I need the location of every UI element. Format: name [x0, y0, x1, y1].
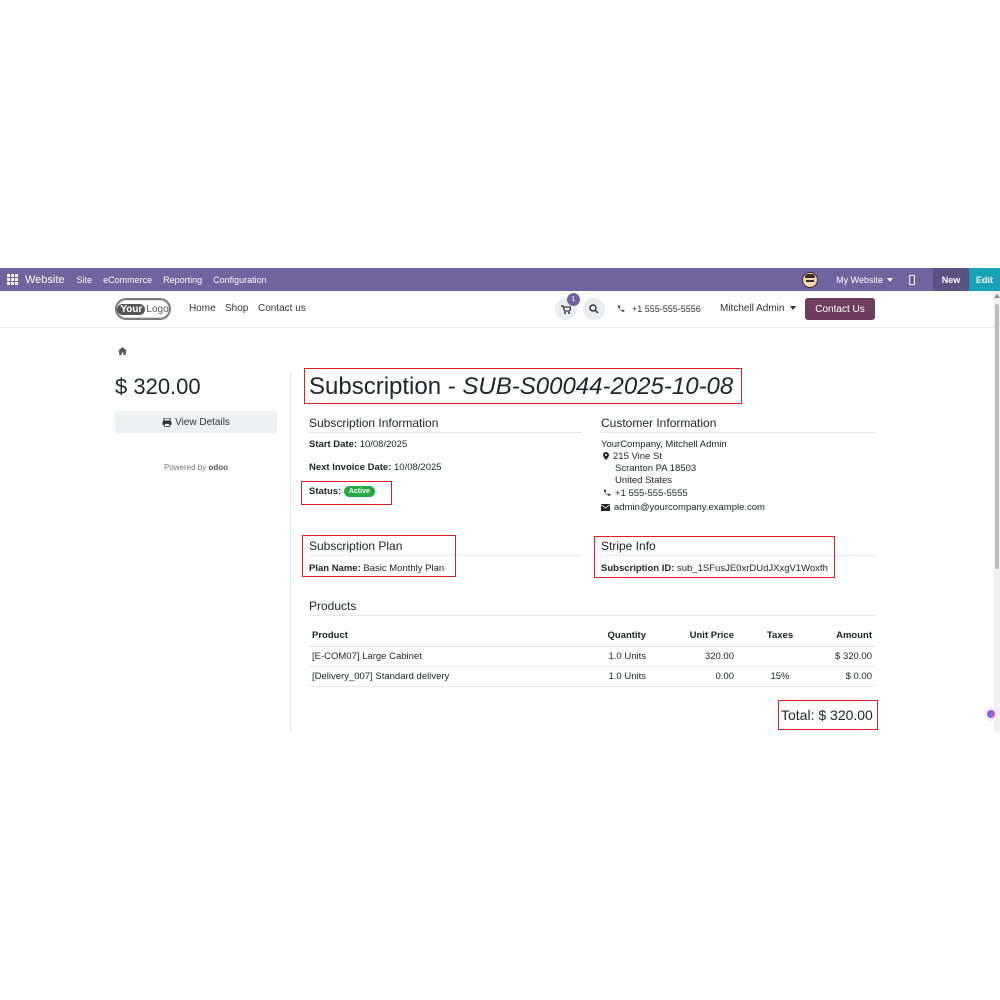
edit-button[interactable]: Edit — [969, 268, 1000, 291]
start-date-value: 10/08/2025 — [359, 439, 408, 450]
column-divider — [290, 372, 291, 732]
mobile-preview-icon[interactable] — [909, 274, 915, 285]
phone-icon — [618, 305, 625, 312]
screenshot-viewport: Website Site eCommerce Reporting Configu… — [0, 268, 1000, 732]
app-brand[interactable]: Website — [25, 274, 65, 286]
apps-menu-icon[interactable] — [7, 273, 19, 286]
menu-site[interactable]: Site — [77, 275, 93, 285]
col-product: Product — [309, 625, 564, 647]
view-details-button[interactable]: View Details — [115, 411, 277, 433]
odoo-logo-text[interactable]: odoo — [208, 463, 228, 472]
col-amount: Amount — [823, 625, 875, 647]
cell-quantity: 1.0 Units — [564, 666, 649, 687]
customer-country: United States — [615, 475, 673, 486]
cart-button[interactable]: 1 — [555, 293, 580, 320]
logo-text-your: Your — [117, 303, 146, 315]
search-button[interactable] — [583, 298, 605, 320]
col-taxes: Taxes — [737, 625, 823, 647]
chevron-down-icon — [790, 306, 797, 311]
next-invoice-value: 10/08/2025 — [394, 462, 442, 473]
highlight-box-stripe — [594, 536, 835, 578]
customer-name: YourCompany, Mitchell Admin — [601, 439, 727, 450]
admin-top-bar: Website Site eCommerce Reporting Configu… — [0, 268, 1000, 291]
site-logo[interactable]: Your Logo — [115, 298, 171, 320]
customer-city: Scranton PA 18503 — [615, 463, 697, 474]
nav-contact-us[interactable]: Contact us — [258, 303, 306, 314]
table-row: [Delivery_007] Standard delivery 1.0 Uni… — [309, 666, 875, 687]
products-table: Product Quantity Unit Price Taxes Amount… — [309, 625, 875, 687]
col-quantity: Quantity — [564, 625, 649, 647]
page-scrollbar[interactable] — [994, 292, 1000, 732]
products-heading: Products — [309, 599, 875, 616]
subscription-price: $ 320.00 — [115, 374, 201, 399]
scrollbar-thumb[interactable] — [995, 304, 999, 569]
powered-by: Powered by odoo — [115, 463, 277, 472]
website-header: Your Logo Home Shop Contact us 1 +1 555-5… — [0, 291, 1000, 328]
new-button[interactable]: New — [933, 268, 969, 291]
home-icon[interactable] — [118, 347, 127, 355]
start-date-label: Start Date: — [309, 439, 358, 450]
print-icon — [162, 417, 172, 427]
highlight-box-plan — [302, 535, 456, 577]
chevron-down-icon — [887, 278, 893, 283]
scroll-up-icon[interactable] — [994, 294, 1000, 298]
highlight-box-status — [301, 481, 392, 505]
view-details-label: View Details — [175, 416, 230, 428]
envelope-icon — [601, 504, 610, 511]
cell-taxes: 15% — [737, 666, 823, 687]
cell-product: [E-COM07] Large Cabinet — [309, 646, 564, 667]
menu-reporting[interactable]: Reporting — [163, 275, 202, 285]
nav-shop[interactable]: Shop — [225, 303, 248, 314]
street-text: 215 Vine St — [613, 451, 662, 462]
customer-phone: +1 555-555-5555 — [603, 488, 688, 499]
cell-unit-price: 320.00 — [649, 646, 737, 667]
user-avatar[interactable] — [802, 271, 819, 288]
customer-street: 215 Vine St — [603, 451, 662, 462]
table-row: [E-COM07] Large Cabinet 1.0 Units 320.00… — [309, 646, 875, 667]
subscription-info-heading: Subscription Information — [309, 416, 582, 433]
menu-configuration[interactable]: Configuration — [213, 275, 267, 285]
nav-home[interactable]: Home — [189, 303, 216, 314]
customer-info-heading: Customer Information — [601, 416, 875, 433]
customer-email: admin@yourcompany.example.com — [601, 502, 765, 513]
highlight-box-total — [778, 700, 878, 730]
search-icon — [589, 304, 599, 314]
contact-us-button[interactable]: Contact Us — [805, 298, 875, 320]
cart-count-badge: 1 — [567, 293, 580, 306]
website-selector[interactable]: My Website — [836, 275, 893, 285]
customer-email-text[interactable]: admin@yourcompany.example.com — [614, 502, 765, 513]
cell-amount: $ 320.00 — [823, 646, 875, 667]
cell-quantity: 1.0 Units — [564, 646, 649, 667]
highlight-box-title — [304, 368, 742, 404]
cell-taxes — [737, 646, 823, 667]
table-header-row: Product Quantity Unit Price Taxes Amount — [309, 625, 875, 647]
col-unit-price: Unit Price — [649, 625, 737, 647]
cell-amount: $ 0.00 — [823, 666, 875, 687]
powered-by-text: Powered by — [163, 463, 207, 472]
header-phone[interactable]: +1 555-555-5556 — [617, 304, 701, 314]
start-date: Start Date: 10/08/2025 — [309, 439, 407, 450]
ai-assistant-icon[interactable] — [984, 707, 998, 721]
user-menu[interactable]: Mitchell Admin — [720, 303, 797, 314]
cell-unit-price: 0.00 — [649, 666, 737, 687]
next-invoice-label: Next Invoice Date: — [309, 462, 392, 473]
menu-ecommerce[interactable]: eCommerce — [103, 275, 152, 285]
logo-text-logo: Logo — [146, 303, 169, 315]
map-marker-icon — [603, 452, 609, 460]
next-invoice-date: Next Invoice Date: 10/08/2025 — [309, 462, 442, 473]
cart-icon — [561, 305, 571, 314]
header-phone-text: +1 555-555-5556 — [632, 304, 701, 314]
cell-product: [Delivery_007] Standard delivery — [309, 666, 564, 687]
website-selector-label: My Website — [836, 274, 883, 285]
phone-icon — [604, 489, 611, 496]
customer-phone-text: +1 555-555-5555 — [615, 488, 688, 499]
user-menu-label: Mitchell Admin — [720, 303, 785, 314]
